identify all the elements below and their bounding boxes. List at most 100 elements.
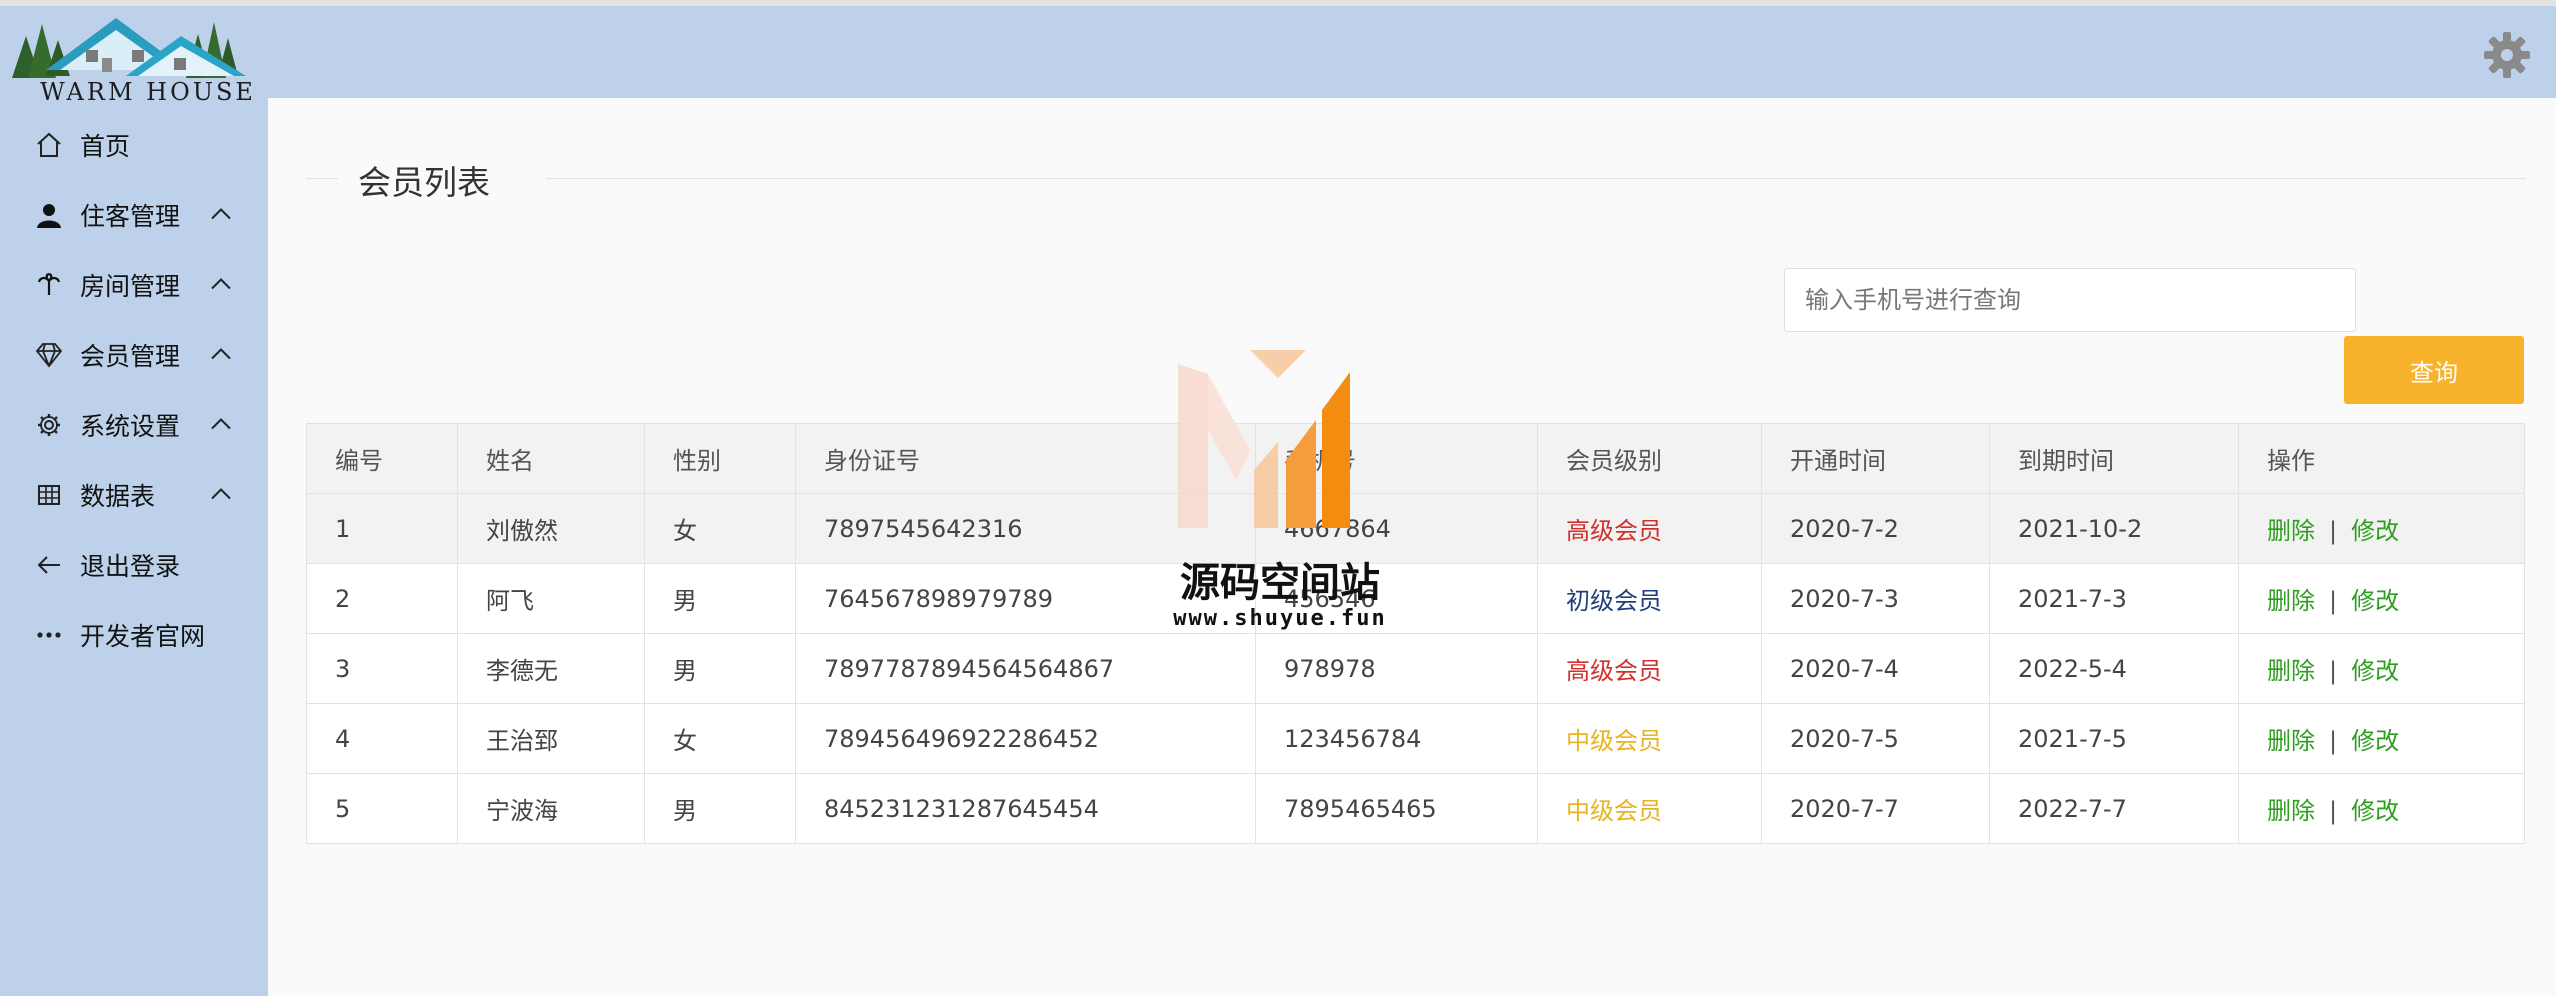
page-title: 会员列表 <box>358 163 490 202</box>
cell-end-date: 2021-10-2 <box>1989 493 2239 564</box>
grid-icon <box>34 480 64 510</box>
table-row: 2 阿飞 男 764567898979789 456546 初级会员 2020-… <box>306 563 2525 634</box>
settings-gear-icon[interactable] <box>2482 30 2532 80</box>
edit-link[interactable]: 修改 <box>2351 727 2399 755</box>
sidebar-nav: 首页 住客管理 房间管理 会员管理 系统设置 数据表 退出登录 开发者官网 <box>0 110 268 670</box>
home-icon <box>34 130 64 160</box>
sidebar-item-datatable[interactable]: 数据表 <box>0 460 268 530</box>
delete-link[interactable]: 删除 <box>2267 587 2315 615</box>
action-separator: | <box>2329 657 2338 685</box>
cell-id: 4 <box>306 703 458 774</box>
cell-gender: 女 <box>644 703 796 774</box>
cell-end-date: 2021-7-3 <box>1989 563 2239 634</box>
user-icon <box>34 200 64 230</box>
sidebar-item-settings[interactable]: 系统设置 <box>0 390 268 460</box>
diamond-icon <box>34 340 64 370</box>
chevron-up-icon[interactable] <box>210 486 232 505</box>
cell-name: 李德无 <box>457 633 645 704</box>
chevron-up-icon[interactable] <box>210 346 232 365</box>
table-row: 5 宁波海 男 845231231287645454 7895465465 中级… <box>306 773 2525 844</box>
action-separator: | <box>2329 797 2338 825</box>
main-content: 会员列表 查询 编号 姓名 性别 身份证号 手机号 会员级别 开通时间 到期时间… <box>268 98 2556 996</box>
cell-start-date: 2020-7-5 <box>1761 703 1990 774</box>
divider <box>546 178 2526 179</box>
cell-phone: 7895465465 <box>1255 773 1538 844</box>
sidebar-item-label: 首页 <box>80 132 131 161</box>
sidebar-item-logout[interactable]: 退出登录 <box>0 530 268 600</box>
edit-link[interactable]: 修改 <box>2351 797 2399 825</box>
table-row: 4 王治郅 女 789456496922286452 123456784 中级会… <box>306 703 2525 774</box>
sidebar-item-label: 数据表 <box>80 482 156 511</box>
chevron-up-icon[interactable] <box>210 276 232 295</box>
cell-id-card: 789456496922286452 <box>795 703 1256 774</box>
cell-actions: 删除 | 修改 <box>2238 633 2525 704</box>
phone-search-input[interactable] <box>1784 268 2356 332</box>
section-title-row: 会员列表 <box>306 156 2526 202</box>
chevron-up-icon[interactable] <box>210 416 232 435</box>
cell-start-date: 2020-7-3 <box>1761 563 1990 634</box>
search-button[interactable]: 查询 <box>2344 336 2524 404</box>
cell-gender: 女 <box>644 493 796 564</box>
cell-level: 初级会员 <box>1537 563 1762 634</box>
cell-end-date: 2021-7-5 <box>1989 703 2239 774</box>
divider <box>306 178 338 179</box>
delete-link[interactable]: 删除 <box>2267 657 2315 685</box>
column-header: 操作 <box>2238 423 2525 494</box>
watermark-logo-icon <box>1178 350 1350 528</box>
sidebar-item-label: 房间管理 <box>80 272 181 301</box>
cell-name: 刘傲然 <box>457 493 645 564</box>
member-table: 编号 姓名 性别 身份证号 手机号 会员级别 开通时间 到期时间 操作 1 刘傲… <box>306 423 2525 844</box>
column-header: 开通时间 <box>1761 423 1990 494</box>
cell-level: 高级会员 <box>1537 633 1762 704</box>
cell-id: 1 <box>306 493 458 564</box>
sidebar-item-members[interactable]: 会员管理 <box>0 320 268 390</box>
delete-link[interactable]: 删除 <box>2267 727 2315 755</box>
sidebar-item-home[interactable]: 首页 <box>0 110 268 180</box>
cell-gender: 男 <box>644 633 796 704</box>
cell-actions: 删除 | 修改 <box>2238 703 2525 774</box>
chevron-up-icon[interactable] <box>210 206 232 225</box>
sidebar-item-label: 开发者官网 <box>80 622 206 651</box>
logo-text: WARM HOUSE <box>40 78 256 106</box>
logo-house-icon <box>12 18 246 78</box>
cell-gender: 男 <box>644 563 796 634</box>
sidebar-item-rooms[interactable]: 房间管理 <box>0 250 268 320</box>
column-header: 会员级别 <box>1537 423 1762 494</box>
column-header: 性别 <box>644 423 796 494</box>
logo[interactable]: WARM HOUSE <box>6 6 268 110</box>
cell-level: 中级会员 <box>1537 773 1762 844</box>
sidebar: WARM HOUSE 首页 住客管理 房间管理 会员管理 系统设置 数据表 退出… <box>0 6 268 996</box>
sidebar-item-label: 退出登录 <box>80 552 181 581</box>
table-row: 1 刘傲然 女 7897545642316 4667864 高级会员 2020-… <box>306 493 2525 564</box>
sidebar-item-guests[interactable]: 住客管理 <box>0 180 268 250</box>
sidebar-item-label: 会员管理 <box>80 342 181 371</box>
cell-level: 中级会员 <box>1537 703 1762 774</box>
watermark: 源码空间站 www.shuyue.fun <box>1150 350 1410 645</box>
delete-link[interactable]: 删除 <box>2267 517 2315 545</box>
cell-name: 宁波海 <box>457 773 645 844</box>
cell-name: 王治郅 <box>457 703 645 774</box>
cell-id: 3 <box>306 633 458 704</box>
sidebar-item-developer-site[interactable]: 开发者官网 <box>0 600 268 670</box>
delete-link[interactable]: 删除 <box>2267 797 2315 825</box>
cell-start-date: 2020-7-7 <box>1761 773 1990 844</box>
action-separator: | <box>2329 587 2338 615</box>
column-header: 到期时间 <box>1989 423 2239 494</box>
cell-name: 阿飞 <box>457 563 645 634</box>
cell-gender: 男 <box>644 773 796 844</box>
top-header <box>268 6 2556 98</box>
edit-link[interactable]: 修改 <box>2351 587 2399 615</box>
action-separator: | <box>2329 517 2338 545</box>
cell-id: 2 <box>306 563 458 634</box>
column-header: 姓名 <box>457 423 645 494</box>
edit-link[interactable]: 修改 <box>2351 657 2399 685</box>
sidebar-item-label: 住客管理 <box>80 202 181 231</box>
arrow-left-icon <box>34 550 64 580</box>
cell-end-date: 2022-7-7 <box>1989 773 2239 844</box>
table-header-row: 编号 姓名 性别 身份证号 手机号 会员级别 开通时间 到期时间 操作 <box>306 423 2525 494</box>
ellipsis-icon <box>34 620 64 650</box>
cell-start-date: 2020-7-2 <box>1761 493 1990 564</box>
table-row: 3 李德无 男 7897787894564564867 978978 高级会员 … <box>306 633 2525 704</box>
edit-link[interactable]: 修改 <box>2351 517 2399 545</box>
cell-end-date: 2022-5-4 <box>1989 633 2239 704</box>
